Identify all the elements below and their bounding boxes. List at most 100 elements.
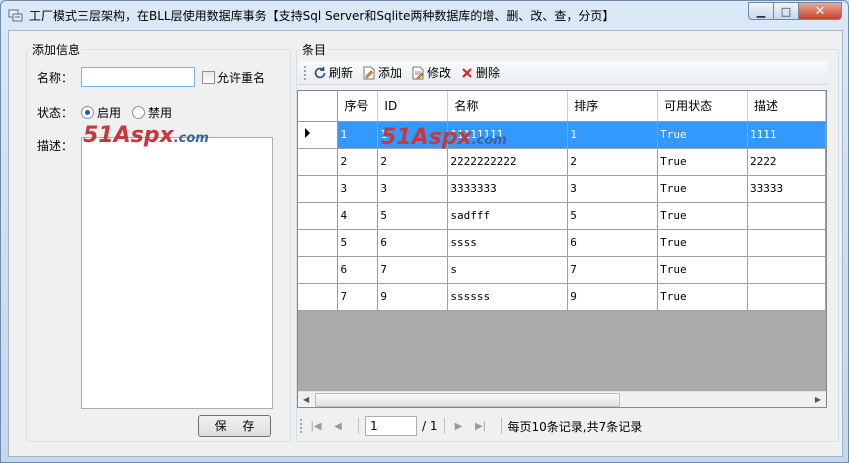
cell-status[interactable]: True bbox=[657, 175, 749, 203]
table-row[interactable]: 3 3 3333333 3 True 33333 bbox=[298, 175, 826, 203]
delete-button[interactable]: 删除 bbox=[459, 64, 500, 81]
table-row[interactable]: 1 1 11111111 1 True 1111 bbox=[298, 121, 826, 149]
cell-desc[interactable] bbox=[747, 229, 826, 257]
cell-sort[interactable]: 6 bbox=[567, 229, 659, 257]
table-row[interactable]: 7 9 ssssss 9 True bbox=[298, 283, 826, 311]
minimize-button[interactable]: ▁ bbox=[748, 2, 774, 20]
prev-page-icon[interactable]: ◀ bbox=[330, 418, 346, 434]
cell-status[interactable]: True bbox=[657, 202, 749, 230]
table-row[interactable]: 5 6 ssss 6 True bbox=[298, 229, 826, 257]
current-row-arrow-icon bbox=[305, 128, 310, 138]
col-header-id[interactable]: ID bbox=[377, 91, 449, 122]
app-window: 工厂模式三层架构，在BLL层使用数据库事务【支持Sql Server和Sqlit… bbox=[0, 0, 849, 463]
edit-button[interactable]: 修改 bbox=[410, 64, 451, 81]
row-header[interactable] bbox=[298, 175, 339, 203]
row-header[interactable] bbox=[298, 256, 339, 284]
grid-header-row: 序号 ID 名称 排序 可用状态 描述 bbox=[298, 91, 826, 122]
pager-grip[interactable] bbox=[300, 419, 303, 433]
status-disabled-radio[interactable] bbox=[132, 106, 145, 119]
allow-duplicate-checkbox[interactable] bbox=[202, 71, 215, 84]
status-disabled-label[interactable]: 禁用 bbox=[148, 104, 172, 121]
col-header-desc[interactable]: 描述 bbox=[747, 91, 826, 122]
col-header-sort[interactable]: 排序 bbox=[567, 91, 659, 122]
cell-sort[interactable]: 2 bbox=[567, 148, 659, 176]
cell-sort[interactable]: 5 bbox=[567, 202, 659, 230]
cell-status[interactable]: True bbox=[657, 283, 749, 311]
cell-name[interactable]: 3333333 bbox=[447, 175, 569, 203]
title-bar[interactable]: 工厂模式三层架构，在BLL层使用数据库事务【支持Sql Server和Sqlit… bbox=[1, 1, 848, 29]
cell-seq[interactable]: 5 bbox=[337, 229, 379, 257]
cell-name[interactable]: ssss bbox=[447, 229, 569, 257]
row-header[interactable] bbox=[298, 283, 339, 311]
cell-status[interactable]: True bbox=[657, 229, 749, 257]
row-header[interactable] bbox=[298, 229, 339, 257]
name-input[interactable] bbox=[81, 67, 195, 87]
add-label: 添加 bbox=[378, 66, 403, 80]
description-textarea[interactable] bbox=[81, 137, 273, 409]
name-label: 名称： bbox=[37, 71, 74, 85]
add-button[interactable]: 添加 bbox=[361, 64, 402, 81]
cell-id[interactable]: 7 bbox=[377, 256, 449, 284]
cell-desc[interactable] bbox=[747, 283, 826, 311]
cell-status[interactable]: True bbox=[657, 148, 749, 176]
save-button[interactable]: 保 存 bbox=[198, 415, 271, 437]
cell-desc[interactable]: 33333 bbox=[747, 175, 826, 203]
cell-name[interactable]: 2222222222 bbox=[447, 148, 569, 176]
delete-label: 删除 bbox=[476, 66, 501, 80]
scroll-left-icon[interactable]: ◀ bbox=[303, 395, 309, 404]
cell-name[interactable]: ssssss bbox=[447, 283, 569, 311]
cell-seq[interactable]: 3 bbox=[337, 175, 379, 203]
cell-id[interactable]: 5 bbox=[377, 202, 449, 230]
cell-seq[interactable]: 1 bbox=[337, 121, 379, 149]
cell-sort[interactable]: 3 bbox=[567, 175, 659, 203]
cell-desc[interactable] bbox=[747, 256, 826, 284]
col-header-name[interactable]: 名称 bbox=[447, 91, 569, 122]
cell-desc[interactable]: 2222 bbox=[747, 148, 826, 176]
cell-desc[interactable] bbox=[747, 202, 826, 230]
cell-name[interactable]: sadfff bbox=[447, 202, 569, 230]
cell-sort[interactable]: 9 bbox=[567, 283, 659, 311]
table-row[interactable]: 2 2 2222222222 2 True 2222 bbox=[298, 148, 826, 176]
cell-seq[interactable]: 4 bbox=[337, 202, 379, 230]
cell-name[interactable]: s bbox=[447, 256, 569, 284]
cell-status[interactable]: True bbox=[657, 121, 749, 149]
items-datagrid[interactable]: 序号 ID 名称 排序 可用状态 描述 1 1 11111111 1 True 1111 2… bbox=[297, 90, 827, 408]
row-header[interactable] bbox=[298, 121, 339, 149]
status-enabled-label[interactable]: 启用 bbox=[97, 104, 121, 121]
toolbar-grip[interactable] bbox=[304, 65, 307, 80]
cell-id[interactable]: 9 bbox=[377, 283, 449, 311]
add-info-legend: 添加信息 bbox=[30, 41, 83, 58]
cell-id[interactable]: 3 bbox=[377, 175, 449, 203]
delete-icon bbox=[459, 65, 474, 80]
col-header-status[interactable]: 可用状态 bbox=[657, 91, 749, 122]
table-row[interactable]: 4 5 sadfff 5 True bbox=[298, 202, 826, 230]
pager-separator-2 bbox=[443, 418, 445, 434]
status-enabled-radio[interactable] bbox=[81, 106, 94, 119]
cell-id[interactable]: 2 bbox=[377, 148, 449, 176]
scroll-right-icon[interactable]: ▶ bbox=[815, 395, 821, 404]
first-page-icon[interactable]: |◀ bbox=[308, 418, 324, 434]
pager-separator bbox=[358, 418, 359, 434]
scrollbar-thumb[interactable] bbox=[315, 393, 620, 407]
maximize-button[interactable]: □ bbox=[774, 2, 799, 20]
next-page-icon[interactable]: ▶ bbox=[451, 418, 467, 434]
cell-seq[interactable]: 7 bbox=[337, 283, 379, 311]
allow-duplicate-label[interactable]: 允许重名 bbox=[217, 69, 265, 86]
last-page-icon[interactable]: ▶| bbox=[473, 418, 489, 434]
close-button[interactable]: ✕ bbox=[799, 2, 842, 20]
cell-seq[interactable]: 6 bbox=[337, 256, 379, 284]
cell-desc[interactable]: 1111 bbox=[747, 121, 826, 149]
table-row[interactable]: 6 7 s 7 True bbox=[298, 256, 826, 284]
cell-status[interactable]: True bbox=[657, 256, 749, 284]
col-header-seq[interactable]: 序号 bbox=[337, 91, 379, 122]
cell-id[interactable]: 6 bbox=[377, 229, 449, 257]
page-number-input[interactable]: 1 bbox=[365, 416, 417, 436]
row-header[interactable] bbox=[298, 148, 339, 176]
row-header[interactable] bbox=[298, 202, 339, 230]
refresh-button[interactable]: 刷新 bbox=[312, 64, 353, 81]
grid-horizontal-scrollbar[interactable]: ◀ ▶ bbox=[298, 391, 826, 407]
cell-sort[interactable]: 1 bbox=[567, 121, 659, 149]
cell-sort[interactable]: 7 bbox=[567, 256, 659, 284]
row-header-corner[interactable] bbox=[298, 91, 339, 122]
cell-seq[interactable]: 2 bbox=[337, 148, 379, 176]
